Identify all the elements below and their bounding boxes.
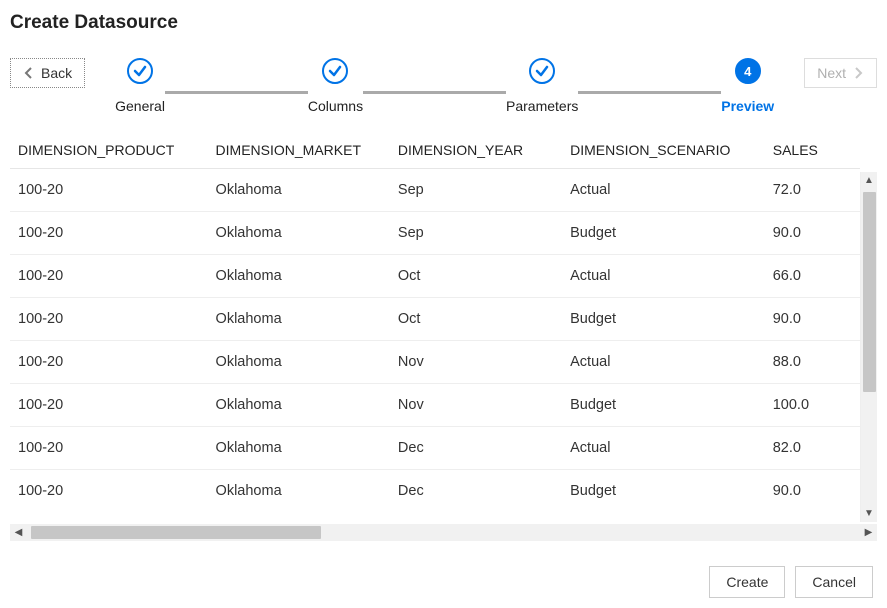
- scroll-thumb[interactable]: [863, 192, 876, 392]
- col-header-overflow: [840, 132, 860, 169]
- checkmark-icon: [322, 58, 348, 84]
- cell-year: Sep: [390, 169, 562, 212]
- cell-sales: 90.0: [765, 470, 840, 500]
- step-parameters[interactable]: Parameters: [506, 58, 578, 114]
- cell-sales: 82.0: [765, 427, 840, 470]
- cell-scenario: Actual: [562, 427, 765, 470]
- cell-product: 100-20: [10, 298, 208, 341]
- next-button: Next: [804, 58, 877, 88]
- cell-scenario: Actual: [562, 255, 765, 298]
- cell-scenario: Actual: [562, 341, 765, 384]
- cell-overflow: [840, 470, 860, 500]
- cell-overflow: [840, 255, 860, 298]
- cell-overflow: [840, 341, 860, 384]
- cell-market: Oklahoma: [208, 255, 390, 298]
- cell-product: 100-20: [10, 470, 208, 500]
- table-row[interactable]: 100-20OklahomaOctActual66.0: [10, 255, 860, 298]
- cell-sales: 72.0: [765, 169, 840, 212]
- cell-overflow: [840, 384, 860, 427]
- wizard-stepper: General Columns Parameters 4 Preview: [85, 58, 804, 114]
- cell-year: Sep: [390, 212, 562, 255]
- scroll-left-icon[interactable]: ◀: [10, 524, 27, 541]
- step-connector: [165, 91, 308, 94]
- preview-table-region: DIMENSION_PRODUCT DIMENSION_MARKET DIMEN…: [10, 132, 877, 522]
- col-header-market[interactable]: DIMENSION_MARKET: [208, 132, 390, 169]
- cell-sales: 90.0: [765, 212, 840, 255]
- table-row[interactable]: 100-20OklahomaSepBudget90.0: [10, 212, 860, 255]
- cell-scenario: Budget: [562, 384, 765, 427]
- table-header-row: DIMENSION_PRODUCT DIMENSION_MARKET DIMEN…: [10, 132, 860, 169]
- cell-market: Oklahoma: [208, 341, 390, 384]
- chevron-left-icon: [23, 67, 35, 79]
- checkmark-icon: [127, 58, 153, 84]
- cell-year: Oct: [390, 298, 562, 341]
- cell-year: Nov: [390, 341, 562, 384]
- cell-overflow: [840, 427, 860, 470]
- page-title: Create Datasource: [10, 12, 877, 34]
- step-label: Parameters: [506, 98, 578, 114]
- cell-overflow: [840, 169, 860, 212]
- col-header-scenario[interactable]: DIMENSION_SCENARIO: [562, 132, 765, 169]
- scroll-thumb[interactable]: [31, 526, 321, 539]
- step-general[interactable]: General: [115, 58, 165, 114]
- cell-sales: 66.0: [765, 255, 840, 298]
- cell-market: Oklahoma: [208, 470, 390, 500]
- step-columns[interactable]: Columns: [308, 58, 363, 114]
- table-row[interactable]: 100-20OklahomaDecBudget90.0: [10, 470, 860, 500]
- step-label: Columns: [308, 98, 363, 114]
- table-row[interactable]: 100-20OklahomaNovActual88.0: [10, 341, 860, 384]
- chevron-right-icon: [852, 67, 864, 79]
- cell-year: Dec: [390, 470, 562, 500]
- cell-product: 100-20: [10, 384, 208, 427]
- cell-scenario: Actual: [562, 169, 765, 212]
- step-number-icon: 4: [735, 58, 761, 84]
- back-label: Back: [41, 65, 72, 81]
- col-header-sales[interactable]: SALES: [765, 132, 840, 169]
- create-button[interactable]: Create: [709, 566, 785, 598]
- cell-product: 100-20: [10, 169, 208, 212]
- step-label: Preview: [721, 98, 774, 114]
- cell-product: 100-20: [10, 212, 208, 255]
- col-header-product[interactable]: DIMENSION_PRODUCT: [10, 132, 208, 169]
- cell-scenario: Budget: [562, 298, 765, 341]
- scroll-up-icon[interactable]: ▲: [861, 172, 877, 189]
- cell-market: Oklahoma: [208, 298, 390, 341]
- cell-sales: 100.0: [765, 384, 840, 427]
- step-connector: [363, 91, 506, 94]
- cell-year: Nov: [390, 384, 562, 427]
- back-button[interactable]: Back: [10, 58, 85, 88]
- cell-year: Dec: [390, 427, 562, 470]
- cell-sales: 90.0: [765, 298, 840, 341]
- table-row[interactable]: 100-20OklahomaSepActual72.0: [10, 169, 860, 212]
- cell-overflow: [840, 298, 860, 341]
- table-row[interactable]: 100-20OklahomaNovBudget100.0: [10, 384, 860, 427]
- dialog-footer: Create Cancel: [709, 566, 873, 598]
- cell-market: Oklahoma: [208, 384, 390, 427]
- cell-sales: 88.0: [765, 341, 840, 384]
- vertical-scrollbar[interactable]: ▲ ▼: [860, 172, 877, 522]
- cell-overflow: [840, 212, 860, 255]
- cell-market: Oklahoma: [208, 169, 390, 212]
- checkmark-icon: [529, 58, 555, 84]
- cell-product: 100-20: [10, 255, 208, 298]
- step-preview[interactable]: 4 Preview: [721, 58, 774, 114]
- table-row[interactable]: 100-20OklahomaDecActual82.0: [10, 427, 860, 470]
- col-header-year[interactable]: DIMENSION_YEAR: [390, 132, 562, 169]
- horizontal-scrollbar[interactable]: ◀ ▶: [10, 524, 877, 541]
- scroll-right-icon[interactable]: ▶: [860, 524, 877, 541]
- cell-scenario: Budget: [562, 212, 765, 255]
- table-row[interactable]: 100-20OklahomaOctBudget90.0: [10, 298, 860, 341]
- cell-year: Oct: [390, 255, 562, 298]
- next-label: Next: [817, 65, 846, 81]
- preview-table: DIMENSION_PRODUCT DIMENSION_MARKET DIMEN…: [10, 132, 860, 499]
- cell-scenario: Budget: [562, 470, 765, 500]
- cell-market: Oklahoma: [208, 427, 390, 470]
- cell-product: 100-20: [10, 341, 208, 384]
- cell-product: 100-20: [10, 427, 208, 470]
- cancel-button[interactable]: Cancel: [795, 566, 873, 598]
- step-label: General: [115, 98, 165, 114]
- cell-market: Oklahoma: [208, 212, 390, 255]
- step-connector: [578, 91, 721, 94]
- scroll-down-icon[interactable]: ▼: [861, 505, 877, 522]
